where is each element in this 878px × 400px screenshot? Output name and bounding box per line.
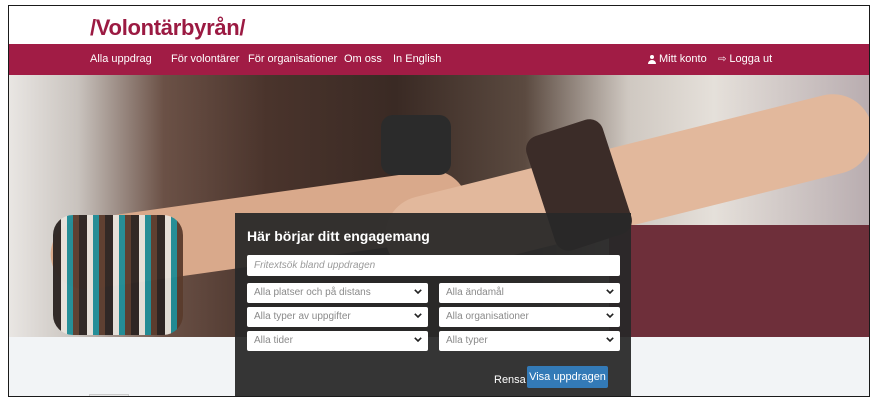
show-assignments-button[interactable]: Visa uppdragen [527,366,608,388]
times-select-value: Alla tider [254,335,293,346]
task-types-select-value: Alla typer av uppgifter [254,311,351,322]
types-select-value: Alla typer [446,335,488,346]
task-types-select[interactable]: Alla typer av uppgifter [247,307,428,327]
main-nav: Alla uppdrag För volontärer För organisa… [9,44,869,75]
types-select[interactable]: Alla typer [439,331,620,351]
purposes-select-value: Alla ändamål [446,287,504,298]
header: /Volontärbyrån/ [9,6,869,44]
purposes-select[interactable]: Alla ändamål [439,283,620,303]
chevron-down-icon [414,313,422,318]
sign-out-icon: ⇨ [718,53,727,65]
chevron-down-icon [414,337,422,342]
organisations-select-value: Alla organisationer [446,311,529,322]
nav-item-for-organisationer[interactable]: För organisationer [248,53,337,65]
site-logo[interactable]: /Volontärbyrån/ [90,15,246,41]
places-select-value: Alla platser och på distans [254,287,371,298]
chevron-down-icon [606,337,614,342]
nav-item-in-english[interactable]: In English [393,53,441,65]
nav-item-om-oss[interactable]: Om oss [344,53,382,65]
times-select[interactable]: Alla tider [247,331,428,351]
nav-item-for-volontarer[interactable]: För volontärer [171,53,239,65]
content-tab [89,394,129,396]
user-icon [648,54,656,64]
search-panel: Här börjar ditt engagemang Alla platser … [235,213,631,396]
my-account-label: Mitt konto [659,53,707,65]
my-account-link[interactable]: Mitt konto [648,53,707,65]
logout-label: Logga ut [729,53,773,65]
search-input[interactable] [247,255,620,276]
clear-button[interactable]: Rensa [494,374,526,386]
nav-item-alla-uppdrag[interactable]: Alla uppdrag [90,53,152,65]
browser-viewport: /Volontärbyrån/ Alla uppdrag För volontä… [8,5,870,397]
chevron-down-icon [414,289,422,294]
chevron-down-icon [606,289,614,294]
places-select[interactable]: Alla platser och på distans [247,283,428,303]
search-title: Här börjar ditt engagemang [247,228,430,244]
logout-link[interactable]: ⇨ Logga ut [718,53,772,65]
organisations-select[interactable]: Alla organisationer [439,307,620,327]
chevron-down-icon [606,313,614,318]
